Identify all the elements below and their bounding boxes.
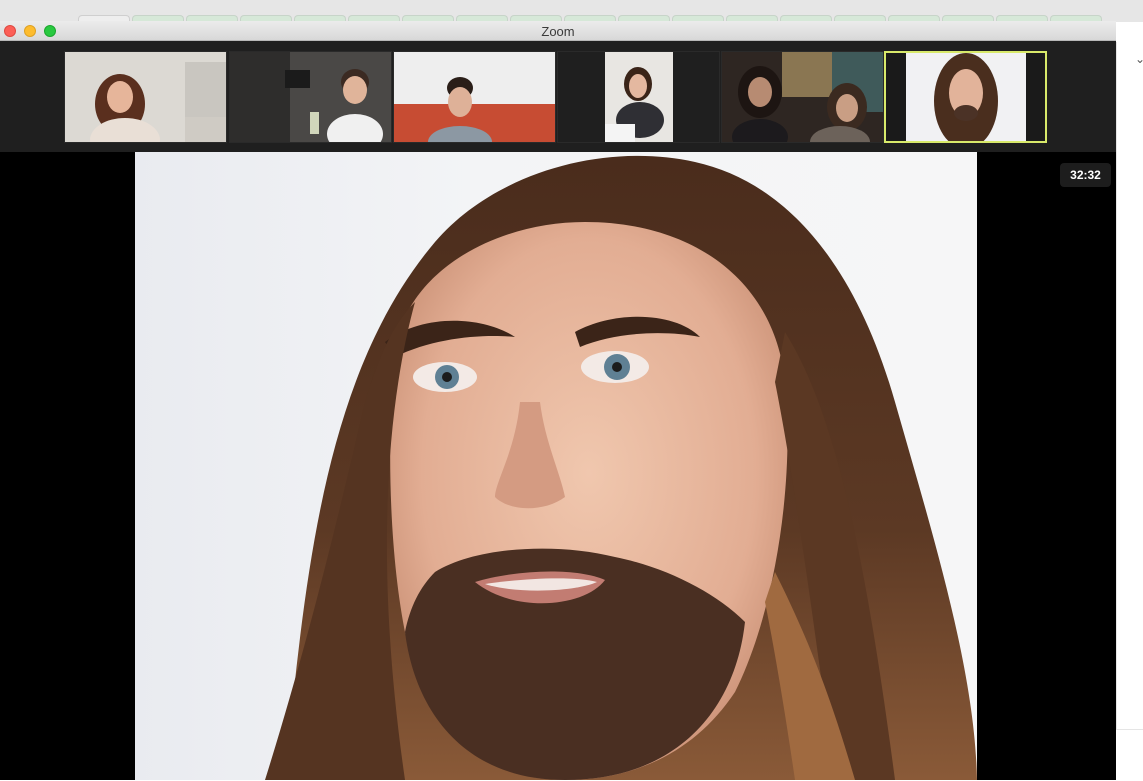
participant-video	[722, 52, 883, 142]
participant-video	[230, 52, 391, 142]
participant-video	[558, 52, 719, 142]
chevron-down-icon[interactable]: ⌄	[1135, 52, 1143, 66]
zoom-window: Zoom 32:32	[0, 21, 1116, 780]
participant-thumbnail[interactable]	[229, 51, 392, 143]
participant-thumbnail[interactable]	[557, 51, 720, 143]
participant-thumbnail-strip	[0, 41, 1116, 152]
window-title: Zoom	[541, 24, 575, 39]
meeting-timer: 32:32	[1060, 163, 1111, 187]
active-speaker-image	[265, 155, 977, 780]
side-panel: ⌄	[1116, 42, 1143, 729]
background-tab-strip	[0, 0, 1143, 24]
participant-thumbnail-active-speaker[interactable]	[884, 51, 1047, 143]
active-speaker-video[interactable]: 32:32	[0, 152, 1116, 780]
active-speaker-frame	[135, 152, 977, 780]
title-bar[interactable]: Zoom	[0, 21, 1116, 41]
participant-video	[886, 53, 1045, 141]
participant-thumbnail[interactable]	[721, 51, 884, 143]
participant-thumbnail[interactable]	[393, 51, 556, 143]
participant-video	[65, 52, 226, 142]
side-panel-footer	[1116, 729, 1143, 781]
participant-thumbnail[interactable]	[64, 51, 227, 143]
participant-video	[394, 52, 555, 142]
